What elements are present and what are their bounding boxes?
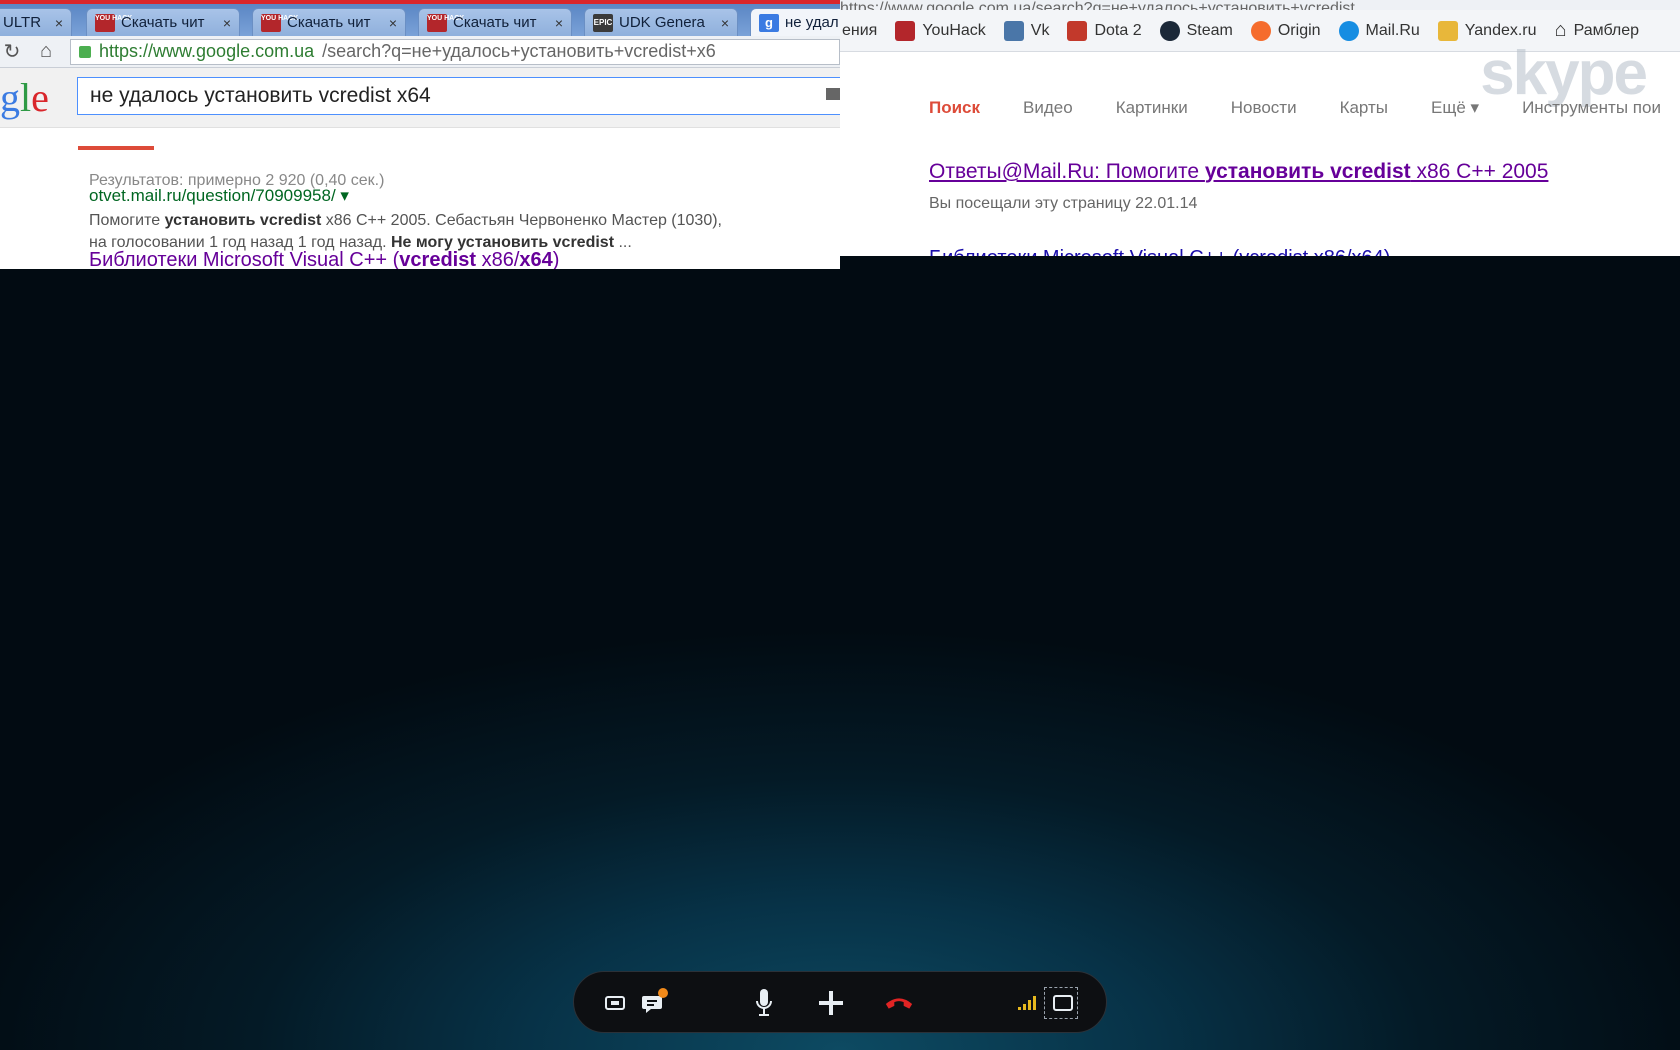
vk-icon: [1003, 20, 1024, 41]
tab-label: UDK Genera: [619, 14, 705, 31]
search-input[interactable]: не удалось установить vcredist x64: [77, 77, 840, 115]
tab-video[interactable]: Видео: [1023, 98, 1073, 118]
steam-icon: [1159, 20, 1180, 41]
result-title-link[interactable]: Библиотеки Microsoft Visual C++ (vcredis…: [929, 247, 1390, 256]
browser-toolbar: ↻ ⌂ https://www.google.com.ua/search?q=н…: [0, 36, 840, 68]
keyboard-icon[interactable]: [826, 88, 840, 100]
active-tab-indicator: [78, 146, 154, 150]
hang-up-icon: [885, 998, 913, 1009]
lock-icon: [79, 45, 91, 58]
search-results: Результатов: примерно 2 920 (0,40 сек.) …: [0, 128, 840, 269]
search-type-tabs: Поиск Видео Картинки Новости Карты Ещё ▾…: [929, 98, 1680, 118]
tab-images[interactable]: Картинки: [1116, 98, 1188, 118]
epic-icon: EPIC: [593, 13, 613, 32]
tab-search[interactable]: Поиск: [929, 98, 980, 118]
dota-icon: [1067, 20, 1088, 41]
youhack-icon: YOU HACK: [427, 13, 464, 32]
end-call-button[interactable]: [884, 988, 914, 1018]
reload-icon[interactable]: ↻: [2, 39, 22, 64]
tab-udk-generator[interactable]: EPIC UDK Genera ×: [584, 8, 738, 36]
tab-more[interactable]: Ещё ▾: [1431, 98, 1479, 118]
mute-button[interactable]: [749, 988, 779, 1018]
google-icon: g: [759, 13, 779, 32]
tab-maps[interactable]: Карты: [1340, 98, 1388, 118]
google-logo[interactable]: gle: [0, 76, 49, 120]
google-header: gle не удалось установить vcredist x64: [0, 68, 840, 128]
video-toggle-icon: [605, 996, 625, 1010]
close-icon[interactable]: ×: [389, 15, 397, 31]
mailru-icon: [1338, 20, 1359, 41]
signal-strength-icon: [1012, 988, 1042, 1018]
result-url[interactable]: otvet.mail.ru/question/70909958/ ▾: [89, 186, 349, 206]
tab-tools[interactable]: Инструменты пои: [1522, 98, 1661, 118]
add-icon: [819, 991, 843, 1015]
tab-youhack-3[interactable]: YOU HACK Скачать чит ×: [418, 8, 572, 36]
yandex-icon: [1437, 20, 1458, 41]
bookmark-mailru[interactable]: Mail.Ru: [1338, 20, 1420, 41]
youhack-icon: YOU HACK: [261, 13, 298, 32]
tab-youhack-1[interactable]: YOU HACK Скачать чит ×: [86, 8, 240, 36]
call-control-bar: [573, 971, 1107, 1033]
address-host: https://www.google.com.ua: [99, 41, 315, 61]
home-icon[interactable]: ⌂: [36, 40, 56, 63]
tab-ultr[interactable]: ULTR ×: [0, 8, 72, 36]
right-shared-screen: https://www.google.com.ua/search?q=не+уд…: [840, 0, 1680, 256]
bookmark-dota2[interactable]: Dota 2: [1067, 20, 1142, 41]
youhack-icon: YOU HACK: [95, 13, 132, 32]
bookmark-item[interactable]: ения: [842, 22, 877, 40]
fullscreen-button[interactable]: [1048, 988, 1078, 1018]
chat-notification-badge: [658, 988, 668, 998]
add-participant-button[interactable]: [816, 988, 846, 1018]
address-bar[interactable]: https://www.google.com.ua/search?q=не+уд…: [70, 38, 840, 65]
visited-note: Вы посещали эту страницу 22.01.14: [929, 195, 1198, 212]
result-title-link[interactable]: Библиотеки Microsoft Visual C++ (vcredis…: [89, 249, 559, 269]
microphone-icon: [756, 989, 772, 1016]
close-icon[interactable]: ×: [721, 15, 729, 31]
address-path: /search?q=не+удалось+установить+vcredist…: [322, 41, 716, 61]
bookmark-vk[interactable]: Vk: [1003, 20, 1049, 41]
browser-tab-strip: ULTR × YOU HACK Скачать чит × YOU HACK С…: [0, 0, 840, 36]
youhack-icon: [895, 20, 916, 41]
tab-news[interactable]: Новости: [1231, 98, 1297, 118]
address-bar-remnant: https://www.google.com.ua/search?q=не+уд…: [840, 0, 1680, 10]
close-icon[interactable]: ×: [555, 15, 563, 31]
result-title-link[interactable]: Ответы@Mail.Ru: Помогите установить vcre…: [929, 160, 1548, 184]
fullscreen-icon: [1053, 995, 1073, 1011]
tab-label: не удал: [785, 14, 839, 31]
close-icon[interactable]: ×: [223, 15, 231, 31]
tab-label: Скачать чит: [287, 14, 371, 31]
tab-label: Скачать чит: [453, 14, 537, 31]
result-snippet-line: Помогите установить vcredist x86 C++ 200…: [89, 212, 722, 229]
tab-google-search[interactable]: g не удал: [750, 8, 840, 36]
close-icon[interactable]: ×: [55, 15, 63, 31]
origin-icon: [1250, 20, 1271, 41]
tab-youhack-2[interactable]: YOU HACK Скачать чит ×: [252, 8, 406, 36]
left-shared-screen: ULTR × YOU HACK Скачать чит × YOU HACK С…: [0, 0, 840, 269]
video-toggle-button[interactable]: [600, 988, 630, 1018]
tab-label: Скачать чит: [121, 14, 205, 31]
bookmark-steam[interactable]: Steam: [1159, 20, 1233, 41]
tab-label: ULTR: [3, 14, 42, 31]
bookmark-origin[interactable]: Origin: [1250, 20, 1321, 41]
bookmark-youhack[interactable]: YouHack: [895, 20, 986, 41]
